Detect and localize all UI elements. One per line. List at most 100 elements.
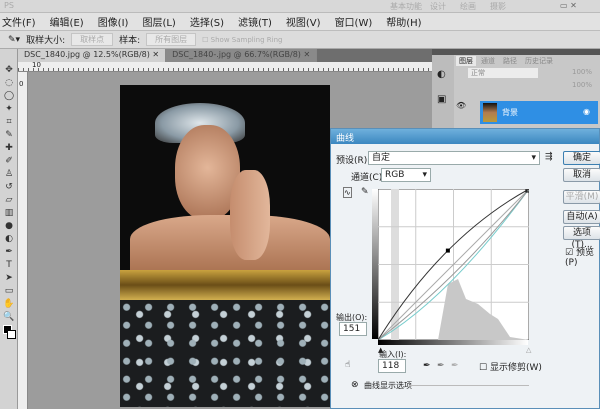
document-tabs: DSC_1840.jpg @ 12.5%(RGB/8) ✕ DSC_1840-.… — [18, 49, 432, 62]
move-tool-icon[interactable]: ✥ — [3, 65, 15, 75]
ruler-label: 0 — [19, 80, 24, 88]
hand — [230, 170, 270, 260]
menu-view[interactable]: 视图(V) — [286, 14, 321, 29]
color-swatches[interactable] — [3, 325, 16, 343]
black-eyedropper-icon[interactable]: ✒ — [423, 361, 431, 371]
workspace-essentials[interactable]: 基本功能 — [390, 1, 422, 12]
quick-select-icon[interactable]: ✦ — [3, 104, 15, 114]
menu-window[interactable]: 窗口(W) — [335, 14, 373, 29]
dialog-title: 曲线 — [331, 129, 599, 144]
visibility-eye-icon[interactable]: 👁 — [456, 101, 466, 110]
workspace-design[interactable]: 设计 — [430, 1, 446, 12]
pencil-icon[interactable]: ✎ — [361, 187, 369, 197]
lock-icon: ◉ — [583, 107, 590, 116]
workspace-photo[interactable]: 摄影 — [490, 1, 506, 12]
layer-name: 背景 — [502, 108, 518, 117]
menu-edit[interactable]: 编辑(E) — [50, 14, 84, 29]
document-image — [120, 85, 330, 407]
options-bar: ✎▾ 取样大小: 取样点 样本: 所有图层 ☐ Show Sampling Ri… — [0, 31, 600, 49]
white-slider-icon[interactable]: △ — [526, 346, 531, 354]
brush-tool-icon[interactable]: ✐ — [3, 156, 15, 166]
sampling-ring-label: Show Sampling Ring — [210, 35, 283, 44]
control-point[interactable] — [445, 248, 450, 253]
menu-select[interactable]: 选择(S) — [190, 14, 224, 29]
vertical-ruler: 0 — [18, 72, 28, 409]
sample-select[interactable]: 所有图层 — [146, 33, 197, 46]
menu-bar: 文件(F) 编辑(E) 图像(I) 图层(L) 选择(S) 滤镜(T) 视图(V… — [0, 13, 600, 31]
options-button[interactable]: 选项(T)... — [563, 226, 600, 250]
sampling-ring-checkbox[interactable]: ☐ Show Sampling Ring — [202, 36, 282, 44]
tab-channels[interactable]: 通道 — [478, 56, 498, 66]
marquee-tool-icon[interactable]: ◌ — [3, 78, 15, 88]
gradient-tool-icon[interactable]: ▥ — [3, 208, 15, 218]
curves-graph[interactable] — [378, 189, 529, 340]
menu-help[interactable]: 帮助(H) — [386, 14, 421, 29]
white-eyedropper-icon[interactable]: ✒ — [451, 361, 459, 371]
output-field[interactable]: 151 — [339, 322, 367, 336]
pen-tool-icon[interactable]: ✒ — [3, 247, 15, 257]
opacity-field[interactable]: 100% — [572, 68, 592, 76]
ok-button[interactable]: 确定 — [563, 151, 600, 165]
shape-tool-icon[interactable]: ▭ — [3, 286, 15, 296]
path-select-icon[interactable]: ➤ — [3, 273, 15, 283]
type-tool-icon[interactable]: T — [3, 260, 15, 270]
blend-mode-select[interactable]: 正常 — [468, 68, 538, 78]
preview-checkbox[interactable]: ☑ 预览(P) — [565, 245, 599, 268]
channel-select[interactable]: RGB ▾ — [381, 168, 431, 182]
show-clipping-checkbox[interactable]: ☐ 显示修剪(W) — [479, 360, 542, 373]
crop-tool-icon[interactable]: ⌗ — [3, 117, 15, 127]
blur-tool-icon[interactable]: ● — [3, 221, 15, 231]
preset-label: 预设(R): — [336, 156, 371, 166]
window-controls[interactable]: ▭ ✕ — [560, 1, 577, 10]
tab-layers[interactable]: 图层 — [456, 56, 476, 66]
dodge-tool-icon[interactable]: ◐ — [3, 234, 15, 244]
input-field[interactable]: 118 — [378, 359, 406, 373]
cancel-button[interactable]: 取消 — [563, 168, 600, 182]
sample-size-select[interactable]: 取样点 — [71, 33, 114, 46]
eraser-tool-icon[interactable]: ▱ — [3, 195, 15, 205]
layer-row-background[interactable]: 背景 ◉ — [480, 101, 598, 124]
history-brush-icon[interactable]: ↺ — [3, 182, 15, 192]
expand-icon[interactable]: ⊗ — [351, 380, 359, 390]
app-logo: PS — [4, 1, 14, 10]
curve-edit-icon[interactable]: ∿ — [343, 187, 352, 198]
zoom-tool-icon[interactable]: 🔍 — [3, 312, 15, 322]
panel-header — [432, 49, 600, 55]
hand-tool-icon[interactable]: ✋ — [3, 299, 15, 309]
target-adjust-icon[interactable]: ☝ — [345, 360, 350, 370]
panel-tabs: 图层 通道 路径 历史记录 — [456, 56, 556, 66]
menu-image[interactable]: 图像(I) — [98, 14, 129, 29]
preset-options-icon[interactable]: ⇶ — [545, 152, 553, 162]
preset-value: 自定 — [372, 153, 391, 163]
workspace-painting[interactable]: 绘画 — [460, 1, 476, 12]
tab-document-2[interactable]: DSC_1840-.jpg @ 66.7%(RGB/8) ✕ — [166, 49, 318, 62]
ruler-label: 10 — [32, 61, 41, 69]
tab-label: DSC_1840.jpg @ 12.5%(RGB/8) — [24, 50, 150, 59]
adjustments-icon[interactable]: ◐ — [437, 69, 449, 80]
masks-icon[interactable]: ▣ — [437, 94, 449, 105]
eyedropper-icon[interactable]: ✎▾ — [8, 35, 20, 45]
eyedropper-tool-icon[interactable]: ✎ — [3, 130, 15, 140]
healing-tool-icon[interactable]: ✚ — [3, 143, 15, 153]
auto-button[interactable]: 自动(A) — [563, 210, 600, 224]
tab-history[interactable]: 历史记录 — [522, 56, 556, 66]
menu-layer[interactable]: 图层(L) — [142, 14, 175, 29]
lasso-tool-icon[interactable]: ◯ — [3, 91, 15, 101]
gray-eyedropper-icon[interactable]: ✒ — [437, 361, 445, 371]
channel-value: RGB — [385, 170, 405, 180]
preset-select[interactable]: 自定 ▾ — [368, 151, 540, 165]
fill-field[interactable]: 100% — [572, 81, 592, 89]
layer-thumbnail — [483, 103, 497, 122]
stamp-tool-icon[interactable]: ♙ — [3, 169, 15, 179]
tab-label: DSC_1840-.jpg @ 66.7%(RGB/8) — [172, 50, 301, 59]
panel-dock: ◐ ▣ — [432, 55, 454, 128]
preview-label: 预览(P) — [565, 248, 594, 268]
menu-filter[interactable]: 滤镜(T) — [238, 14, 272, 29]
crystals — [120, 300, 330, 407]
menu-file[interactable]: 文件(F) — [2, 14, 36, 29]
sample-label: 样本: — [119, 36, 141, 46]
gold-frame — [120, 270, 330, 300]
curve-display-options[interactable]: 曲线显示选项 — [364, 380, 412, 391]
smooth-button[interactable]: 平滑(M) — [563, 190, 600, 204]
tab-paths[interactable]: 路径 — [500, 56, 520, 66]
